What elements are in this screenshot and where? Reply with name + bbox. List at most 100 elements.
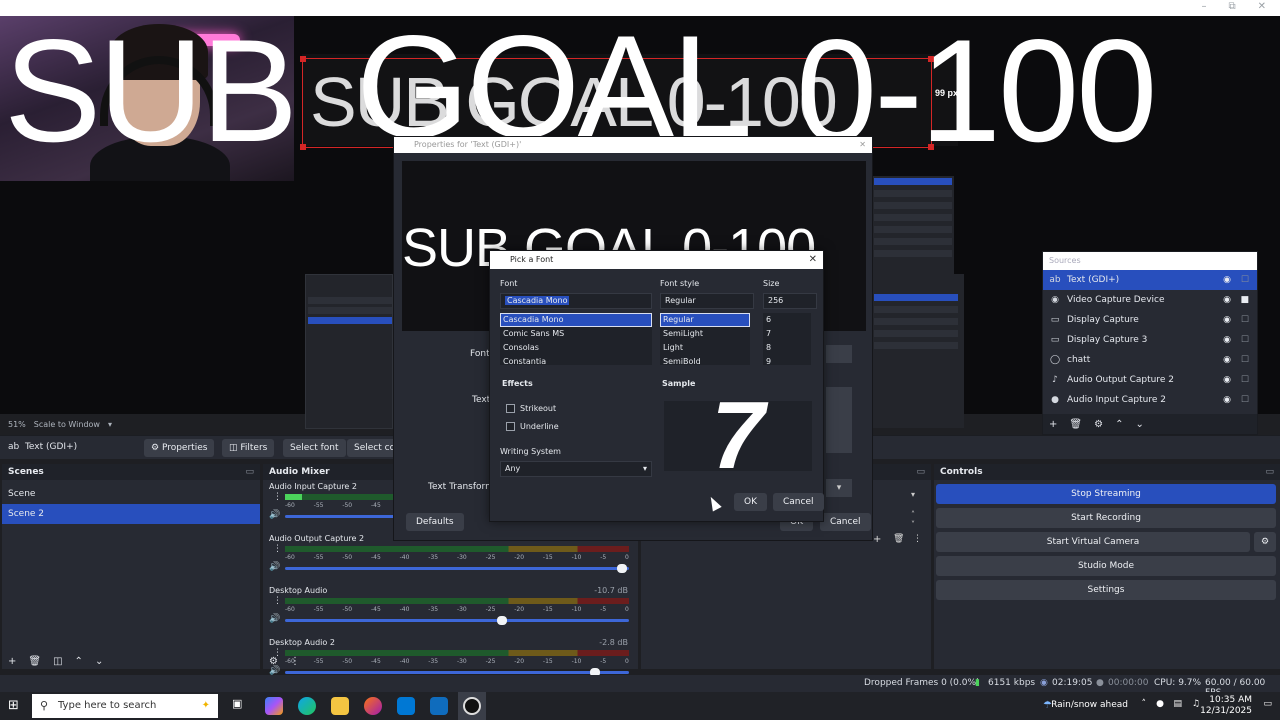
copilot-icon[interactable]	[265, 697, 283, 715]
source-item-display-capture-3[interactable]: ▭ Display Capture 3 ◉ ☐	[1043, 330, 1257, 350]
studio-mode-button[interactable]: Studio Mode	[936, 556, 1276, 576]
cancel-button[interactable]: Cancel	[773, 493, 824, 511]
volume-icon[interactable]: ♫	[1192, 699, 1200, 709]
start-virtual-camera-button[interactable]: Start Virtual Camera	[936, 532, 1250, 552]
font-name-input[interactable]: Cascadia Mono	[500, 293, 652, 309]
text-transform-dropdown[interactable]: ▾	[826, 479, 852, 497]
font-select-button[interactable]	[826, 345, 852, 363]
windows-start-icon[interactable]: ⊞	[8, 698, 19, 713]
visibility-eye-icon[interactable]: ◉	[1223, 295, 1231, 305]
cancel-button[interactable]: Cancel	[820, 513, 871, 531]
chevron-down-icon[interactable]: ▾	[911, 490, 915, 499]
add-icon[interactable]: +	[8, 656, 16, 667]
source-item-text-gdi[interactable]: ab Text (GDI+) ◉ ☐	[1043, 270, 1257, 290]
lock-icon[interactable]: ☐	[1241, 355, 1249, 365]
chevron-up-icon[interactable]: ˄	[1142, 699, 1147, 709]
source-item-audio-output[interactable]: ♪ Audio Output Capture 2 ◉ ☐	[1043, 370, 1257, 390]
undock-icon[interactable]: ▭	[245, 464, 254, 480]
trash-icon[interactable]: 🗑	[893, 534, 904, 544]
minimize-icon[interactable]: –	[1201, 1, 1206, 12]
font-style-item[interactable]: SemiBold	[660, 355, 750, 365]
volume-slider[interactable]	[285, 616, 629, 625]
start-recording-button[interactable]: Start Recording	[936, 508, 1276, 528]
font-list[interactable]: Cascadia Mono Comic Sans MS Consolas Con…	[500, 313, 652, 365]
font-size-item[interactable]: 9	[763, 355, 811, 365]
microphone-icon[interactable]: ●	[1156, 699, 1164, 709]
ok-button[interactable]: OK	[734, 493, 767, 511]
lock-icon[interactable]: ☐	[1241, 275, 1249, 285]
chevron-down-icon[interactable]: ▾	[108, 420, 112, 429]
strikeout-checkbox[interactable]	[506, 404, 515, 413]
move-up-icon[interactable]: ⌃	[75, 656, 83, 667]
lock-icon[interactable]: ☐	[1241, 315, 1249, 325]
store-icon[interactable]	[397, 697, 415, 715]
task-view-icon[interactable]: ▣	[232, 697, 250, 715]
font-list-item[interactable]: Consolas	[500, 341, 652, 355]
resize-handle[interactable]	[300, 56, 306, 62]
close-icon[interactable]: ✕	[859, 137, 866, 153]
font-size-input[interactable]: 256	[763, 293, 817, 309]
lock-icon[interactable]: ☐	[1241, 395, 1249, 405]
close-icon[interactable]: ✕	[809, 251, 817, 269]
clock[interactable]: 10:35 AM 12/31/2025	[1200, 695, 1252, 717]
speaker-icon[interactable]: 🔊	[269, 614, 280, 624]
filter-icon[interactable]: ◫	[53, 656, 62, 667]
text-input[interactable]	[826, 387, 852, 453]
visibility-eye-icon[interactable]: ◉	[1223, 355, 1231, 365]
properties-button[interactable]: ⚙ Properties	[144, 439, 215, 457]
virtual-camera-settings-icon[interactable]: ⚙	[1254, 532, 1276, 552]
visibility-eye-icon[interactable]: ◉	[1223, 275, 1231, 285]
font-list-item[interactable]: Cascadia Mono	[500, 313, 652, 327]
font-size-item[interactable]: 7	[763, 327, 811, 341]
close-icon[interactable]: ✕	[1258, 1, 1266, 12]
source-item-chatt[interactable]: ◯ chatt ◉ ☐	[1043, 350, 1257, 370]
channel-menu-icon[interactable]: ⋮	[273, 492, 282, 502]
zoom-level[interactable]: 51%	[8, 420, 26, 429]
font-style-item[interactable]: Regular	[660, 313, 750, 327]
defaults-button[interactable]: Defaults	[406, 513, 464, 531]
font-style-item[interactable]: SemiLight	[660, 327, 750, 341]
visibility-eye-icon[interactable]: ◉	[1223, 395, 1231, 405]
add-icon[interactable]: +	[873, 534, 881, 545]
volume-slider[interactable]	[285, 668, 629, 677]
trash-icon[interactable]: 🗑	[28, 656, 41, 667]
spin-up-icon[interactable]: ˄	[911, 510, 915, 519]
lock-icon[interactable]: ☐	[1241, 335, 1249, 345]
visibility-eye-icon[interactable]: ◉	[1223, 375, 1231, 385]
speaker-icon[interactable]: 🔊	[269, 562, 280, 572]
undock-icon[interactable]: ▭	[916, 464, 925, 480]
volume-slider-knob[interactable]	[617, 564, 628, 573]
spin-down-icon[interactable]: ˅	[911, 520, 915, 529]
move-down-icon[interactable]: ⌄	[95, 656, 103, 667]
move-up-icon[interactable]: ⌃	[1115, 419, 1123, 430]
channel-menu-icon[interactable]: ⋮	[273, 544, 282, 554]
trash-icon[interactable]: 🗑	[1069, 419, 1082, 430]
source-item-video-capture[interactable]: ◉ Video Capture Device ◉ ■	[1043, 290, 1257, 310]
font-size-list[interactable]: 6 7 8 9	[763, 313, 811, 365]
file-explorer-icon[interactable]	[331, 697, 349, 715]
add-icon[interactable]: +	[1049, 419, 1057, 430]
firefox-icon[interactable]	[364, 697, 382, 715]
channel-menu-icon[interactable]: ⋮	[273, 596, 282, 606]
font-size-item[interactable]: 6	[763, 313, 811, 327]
taskbar-search[interactable]: ⚲ Type here to search ✦	[32, 694, 218, 718]
visibility-eye-icon[interactable]: ◉	[1223, 315, 1231, 325]
scale-mode[interactable]: Scale to Window	[34, 420, 100, 429]
more-icon[interactable]: ⋮	[290, 656, 300, 667]
speaker-icon[interactable]: 🔊	[269, 510, 280, 520]
undock-icon[interactable]: ▭	[1265, 464, 1274, 480]
gear-icon[interactable]: ⚙	[269, 656, 278, 667]
select-font-button[interactable]: Select font	[283, 439, 346, 457]
underline-checkbox[interactable]	[506, 422, 515, 431]
font-style-input[interactable]: Regular	[660, 293, 754, 309]
gear-icon[interactable]: ⚙	[1094, 419, 1103, 430]
more-icon[interactable]: ⋮	[913, 534, 922, 544]
resize-handle[interactable]	[300, 144, 306, 150]
lock-icon[interactable]: ☐	[1241, 375, 1249, 385]
filters-button[interactable]: ◫ Filters	[222, 439, 275, 457]
source-item-display-capture[interactable]: ▭ Display Capture ◉ ☐	[1043, 310, 1257, 330]
outlook-icon[interactable]	[430, 697, 448, 715]
move-down-icon[interactable]: ⌄	[1135, 419, 1143, 430]
font-list-item[interactable]: Constantia	[500, 355, 652, 365]
font-style-list[interactable]: Regular SemiLight Light SemiBold	[660, 313, 750, 365]
